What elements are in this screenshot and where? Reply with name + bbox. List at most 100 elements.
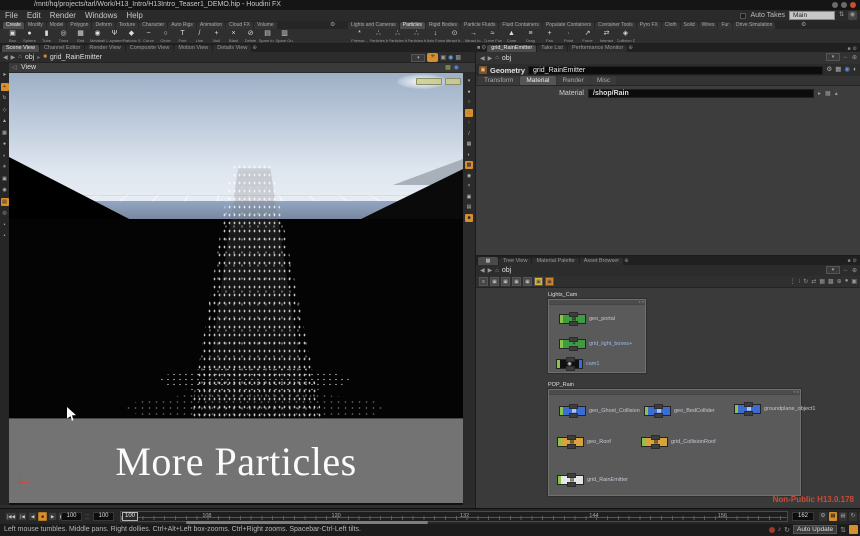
pane-tab[interactable]: Performance Monitor <box>568 45 627 52</box>
forward-icon[interactable]: ▶ <box>488 55 493 62</box>
forward-icon[interactable]: ▶ <box>11 54 16 61</box>
shelf-tab[interactable]: Fur <box>718 22 732 29</box>
toolbar-icon[interactable]: ◇ <box>1 106 9 114</box>
shelf-tab[interactable]: Drive Simulation <box>733 22 775 29</box>
shelf-tab[interactable]: Pyro FX <box>637 22 661 29</box>
playbar-icon[interactable]: ⚙ <box>819 512 827 521</box>
toolbar-icon[interactable]: × <box>465 182 473 190</box>
network-node[interactable]: ◉ cam1 <box>556 359 599 369</box>
network-node[interactable]: ▦ geo_portal <box>559 314 615 324</box>
shelf-tool[interactable]: ≡ Drag <box>521 29 540 43</box>
transport-button[interactable]: ▶ <box>48 512 57 521</box>
node-shape[interactable]: ▦ <box>557 437 584 447</box>
shelf-tab[interactable]: Particles <box>400 22 425 29</box>
viewport-3d[interactable]: More Particles <box>9 73 463 505</box>
collapse-icon[interactable]: ◁ <box>12 63 17 73</box>
shelf-gear-icon[interactable]: ⚙ <box>330 22 335 29</box>
pane-split-icon[interactable]: ■ <box>477 45 480 52</box>
minimize-button[interactable] <box>832 2 838 8</box>
menu-item[interactable]: Edit <box>27 10 41 21</box>
shelf-tab[interactable]: Auto Rigs <box>168 22 196 29</box>
network-toolbar-icon[interactable]: ⇄ <box>811 278 816 285</box>
toolbar-icon[interactable]: ▾ <box>465 77 473 85</box>
shelf-tab[interactable]: Container Tools <box>595 22 636 29</box>
add-pane-tab-icon[interactable]: ⊕ <box>628 45 633 52</box>
undo-icon[interactable]: ← <box>843 267 849 273</box>
network-toolbar-icon[interactable]: ▣ <box>501 277 510 286</box>
toolbar-icon[interactable]: ☀ <box>1 163 9 171</box>
param-dropdown[interactable]: ▾ <box>826 53 840 61</box>
shelf-tool[interactable]: ▥ Spare Ou... <box>276 29 293 43</box>
shelf-tool[interactable]: → Attract to... <box>464 29 483 43</box>
node-shape[interactable]: ▦ <box>557 475 584 485</box>
shelf-tool[interactable]: ↓ Axis Force <box>426 29 445 43</box>
shelf-tab[interactable]: Texture <box>116 22 138 29</box>
menu-item[interactable]: Help <box>126 10 142 21</box>
home-icon[interactable]: ⌂ <box>495 268 499 274</box>
network-box-header[interactable] <box>549 390 800 395</box>
breadcrumb-root[interactable]: obj <box>502 55 511 62</box>
pane-tab[interactable]: Channel Editor <box>40 45 84 52</box>
add-pane-tab-icon[interactable]: ⊕ <box>252 45 257 52</box>
network-toolbar-icon[interactable]: ▣ <box>545 277 554 286</box>
network-node[interactable]: ▦ grid_CollisionRoof <box>641 437 716 447</box>
network-box-pop-rain[interactable]: POP_Rain ▦ geo_Ghost_Collision <box>548 382 801 496</box>
tree-browse-icon[interactable]: ▦ <box>825 90 831 97</box>
network-toolbar-icon[interactable]: ▣ <box>523 277 532 286</box>
forward-icon[interactable]: ▶ <box>488 267 493 274</box>
toolbar-icon[interactable]: ▤ <box>465 203 473 211</box>
network-box-header[interactable] <box>549 300 645 305</box>
network-toolbar-icon[interactable]: ≡ <box>479 277 488 286</box>
home-icon[interactable]: ⌂ <box>18 54 22 60</box>
toolbar-icon[interactable]: ▩ <box>465 161 473 169</box>
shelf-tab[interactable]: Character <box>139 22 167 29</box>
shelf-tool[interactable]: Ψ L-system <box>106 29 123 43</box>
shelf-tab[interactable]: Fluid Containers <box>499 22 541 29</box>
menu-item[interactable]: Windows <box>85 10 117 21</box>
node-shape[interactable]: ▦ <box>641 437 668 447</box>
toolbar-icon[interactable]: ● <box>1 140 9 148</box>
node-shape[interactable]: ☀ <box>559 339 586 349</box>
network-toolbar-icon[interactable]: ▣ <box>851 278 857 285</box>
range-toggle-icons[interactable] <box>84 513 90 520</box>
shelf-tool[interactable]: ◆ Platonic S... <box>123 29 140 43</box>
toolbar-icon[interactable]: ● <box>465 88 473 96</box>
node-shape[interactable]: ▦ <box>644 406 671 416</box>
toolbar-icon[interactable]: ◐ <box>465 151 473 159</box>
shelf-tab[interactable]: Create <box>3 22 24 29</box>
back-icon[interactable]: ◀ <box>3 54 8 61</box>
network-dropdown[interactable]: ▾ <box>826 266 840 274</box>
toolbar-icon[interactable]: • <box>1 221 9 229</box>
transport-button[interactable]: ■ <box>38 512 47 521</box>
auto-takes-checkbox[interactable] <box>740 13 746 19</box>
network-toolbar-icon[interactable]: ↻ <box>803 278 808 285</box>
undo-icon[interactable]: ← <box>843 54 849 60</box>
shelf-tool[interactable]: + Null <box>208 29 225 43</box>
refresh-icon[interactable]: ↻ <box>784 526 790 534</box>
shelf-tool[interactable]: ◉ Metaball <box>89 29 106 43</box>
toolbar-icon[interactable]: ▲ <box>1 117 9 125</box>
toolbar-icon[interactable]: ↻ <box>1 94 9 102</box>
grid-toggle-icon[interactable]: ▣ <box>440 54 446 61</box>
shelf-tab[interactable]: Cloud FX <box>226 22 253 29</box>
pane-tab[interactable]: Details View <box>213 45 251 52</box>
node-shape[interactable]: ▦ <box>559 314 586 324</box>
pane-tab[interactable]: Render View <box>85 45 124 52</box>
toolbar-icon[interactable]: ▣ <box>1 175 9 183</box>
shelf-tool[interactable]: ∴ Particles fr... <box>388 29 407 43</box>
update-spinner-icon[interactable]: ⇅ <box>840 526 846 534</box>
param-tab[interactable]: Misc <box>591 76 616 85</box>
camera-overlay-button[interactable] <box>445 78 461 85</box>
network-toolbar-icon[interactable]: ● <box>845 278 849 285</box>
pane-tab[interactable]: Material Palette <box>532 258 578 265</box>
shelf-tool[interactable]: ○ Circle <box>157 29 174 43</box>
shelf-tool[interactable]: ↗ Force <box>578 29 597 43</box>
shelf-tool[interactable]: / Line <box>191 29 208 43</box>
shelf-tool[interactable]: ◎ Torus <box>55 29 72 43</box>
param-tab[interactable]: Render <box>557 76 590 85</box>
toolbar-icon[interactable]: ○ <box>465 98 473 106</box>
shelf-gear-icon[interactable]: ⚙ <box>801 22 806 29</box>
help-icon[interactable]: ◉ <box>454 63 459 73</box>
node-name-field[interactable]: grid_RainEmitter <box>528 66 823 75</box>
shelf-tool[interactable]: * Firewor... <box>350 29 369 43</box>
